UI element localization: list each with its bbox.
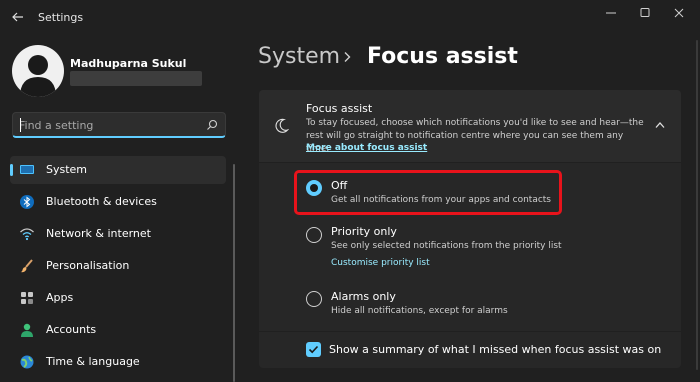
page-title: Focus assist [367,44,518,69]
highlight-annotation [294,170,562,215]
active-indicator [10,164,13,176]
app-title: Settings [38,11,84,24]
close-button[interactable] [669,5,689,19]
sidebar-item-label: Apps [46,291,74,304]
sidebar-item-system[interactable]: System [10,156,226,184]
radio-alarms-only[interactable] [306,291,322,307]
user-email-redacted [70,71,202,86]
checkbox-label: Show a summary of what I missed when foc… [329,343,662,356]
sidebar-item-label: System [46,163,88,176]
accounts-icon [21,323,33,337]
chevron-up-icon[interactable] [654,120,666,130]
search-input[interactable] [19,117,199,133]
option-description: Hide all notifications, except for alarm… [331,306,508,316]
sidebar-item-time-language[interactable]: Time & language [10,348,226,376]
user-name: Madhuparna Sukul [70,57,187,70]
option-label: Alarms only [331,290,396,303]
avatar[interactable] [12,45,64,97]
main-scrollbar[interactable] [696,40,698,370]
radio-priority-only[interactable] [306,227,322,243]
bluetooth-icon [20,195,34,209]
sidebar-item-label: Accounts [46,323,97,336]
system-icon [20,165,34,174]
breadcrumb-parent[interactable]: System [258,44,340,69]
wifi-icon [20,228,34,241]
back-arrow-icon [12,12,23,22]
sidebar-item-label: Network & internet [46,227,151,240]
checkmark-icon [308,345,319,354]
summary-checkbox[interactable] [306,342,321,357]
customise-priority-link[interactable]: Customise priority list [331,258,430,268]
title-bar: Settings [0,0,700,34]
search-box[interactable] [12,112,226,138]
chevron-right-icon [344,52,351,62]
back-button[interactable] [10,9,26,25]
sidebar-item-label: Bluetooth & devices [46,195,157,208]
search-icon[interactable] [205,118,219,132]
option-description: See only selected notifications from the… [331,241,562,251]
sidebar-item-network[interactable]: Network & internet [10,220,226,248]
maximize-icon [640,8,650,17]
brush-icon [20,259,33,273]
section-title: Focus assist [306,102,373,115]
more-info-link[interactable]: More about focus assist [306,143,427,153]
user-avatar-icon [20,55,56,97]
option-label: Priority only [331,225,397,238]
moon-icon [275,118,289,133]
sidebar-item-personalisation[interactable]: Personalisation [10,252,226,280]
minimize-button[interactable] [601,5,621,19]
minimize-icon [606,12,616,14]
text-caret [20,118,21,132]
time-language-icon [20,355,34,369]
sidebar-item-accounts[interactable]: Accounts [10,316,226,344]
sidebar-item-apps[interactable]: Apps [10,284,226,312]
sidebar-scrollbar[interactable] [233,164,235,382]
close-icon [674,8,684,18]
sidebar-item-bluetooth[interactable]: Bluetooth & devices [10,188,226,216]
sidebar-item-label: Time & language [46,355,140,368]
apps-icon [21,292,33,304]
sidebar-item-label: Personalisation [46,259,130,272]
maximize-button[interactable] [635,5,655,19]
